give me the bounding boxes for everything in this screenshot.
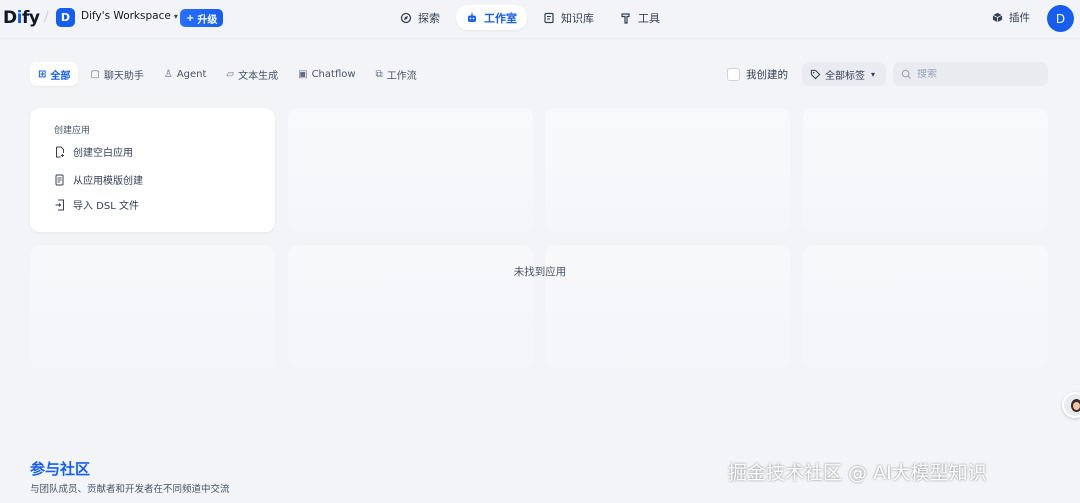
upgrade-button[interactable]: + 升级 <box>180 9 224 27</box>
tab-chatflow[interactable]: ▣ Chatflow <box>290 62 363 86</box>
explore-icon <box>400 12 412 23</box>
workspace-selector[interactable]: Dify's Workspace ▾ <box>81 10 178 22</box>
plus-icon: + <box>186 12 195 24</box>
tab-text-generation[interactable]: ▱ 文本生成 <box>218 62 286 86</box>
nav-knowledge[interactable]: 知识库 <box>533 5 604 30</box>
nav-knowledge-label: 知识库 <box>561 11 594 25</box>
logo-prefix: D <box>3 8 17 28</box>
search-box[interactable] <box>893 62 1048 86</box>
cube-icon <box>992 12 1003 23</box>
main-nav: 探索 工作室 知识库 工具 <box>390 5 670 30</box>
placeholder-card <box>545 108 790 232</box>
plugins-label: 插件 <box>1009 12 1030 24</box>
nav-tools-label: 工具 <box>638 11 660 25</box>
create-from-template-label: 从应用模版创建 <box>73 176 143 187</box>
create-from-template-button[interactable]: 从应用模版创建 <box>54 172 143 187</box>
header-divider <box>0 38 1080 39</box>
tab-all[interactable]: ⊞ 全部 <box>30 62 79 86</box>
search-icon <box>901 69 912 79</box>
tab-chat-assistant-label: 聊天助手 <box>103 70 144 82</box>
workspace-name: Dify's Workspace <box>81 10 171 22</box>
upgrade-label: 升级 <box>197 14 218 26</box>
community-title: 参与社区 <box>30 460 91 478</box>
created-by-me-checkbox[interactable] <box>727 68 740 81</box>
hammer-icon <box>621 12 630 24</box>
tab-all-label: 全部 <box>50 70 71 82</box>
placeholder-card <box>803 108 1048 232</box>
support-avatar-button[interactable] <box>1062 392 1080 418</box>
created-by-me-filter[interactable]: 我创建的 <box>727 67 788 82</box>
tag-filter-label: 全部标签 <box>825 70 865 82</box>
plugins-button[interactable]: 插件 <box>992 10 1030 25</box>
community-subtitle: 与团队成员、贡献者和开发者在不同频道中交流 <box>30 484 230 495</box>
nav-studio-label: 工作室 <box>484 11 517 25</box>
support-avatar-face <box>1073 402 1080 410</box>
document-icon: ▱ <box>226 68 235 80</box>
tab-workflow-label: 工作流 <box>386 70 417 82</box>
tab-agent[interactable]: ♙ Agent <box>156 62 215 86</box>
chat-icon: ▢ <box>90 68 100 80</box>
nav-explore-label: 探索 <box>418 11 440 25</box>
workspace-avatar[interactable]: D <box>56 8 75 27</box>
tag-icon <box>810 69 821 79</box>
nav-tools[interactable]: 工具 <box>610 5 670 30</box>
logo-suffix: fy <box>21 8 40 28</box>
chevron-down-icon: ▾ <box>173 11 178 21</box>
workflow-icon: ⧉ <box>375 68 383 80</box>
placeholder-card <box>288 108 533 232</box>
user-avatar[interactable]: D <box>1047 5 1074 32</box>
create-app-title: 创建应用 <box>54 126 91 136</box>
agent-icon: ♙ <box>163 68 173 80</box>
tab-chat-assistant[interactable]: ▢ 聊天助手 <box>82 62 151 86</box>
import-icon <box>55 199 64 210</box>
new-file-icon <box>56 146 64 157</box>
watermark: 掘金技术社区 @ AI大模型知识 <box>728 462 987 484</box>
tab-chatflow-label: Chatflow <box>311 68 356 80</box>
import-dsl-label: 导入 DSL 文件 <box>73 201 139 212</box>
search-input[interactable] <box>917 68 1037 80</box>
grid-icon: ⊞ <box>38 68 47 80</box>
app-type-tabs: ⊞ 全部 ▢ 聊天助手 ♙ Agent ▱ 文本生成 ▣ Chatflow ⧉ … <box>30 62 425 86</box>
breadcrumb-separator: / <box>44 9 49 25</box>
template-icon <box>55 174 64 185</box>
nav-explore[interactable]: 探索 <box>390 5 450 30</box>
tab-text-generation-label: 文本生成 <box>238 70 279 82</box>
empty-state-text: 未找到应用 <box>513 266 567 278</box>
import-dsl-button[interactable]: 导入 DSL 文件 <box>54 197 139 212</box>
book-icon <box>544 12 554 23</box>
create-blank-app-label: 创建空白应用 <box>73 148 133 159</box>
tab-workflow[interactable]: ⧉ 工作流 <box>368 62 425 86</box>
robot-icon <box>468 12 476 22</box>
tag-filter-dropdown[interactable]: 全部标签 ▾ <box>802 62 886 86</box>
created-by-me-label: 我创建的 <box>746 69 788 81</box>
tab-agent-label: Agent <box>176 68 207 80</box>
chatflow-icon: ▣ <box>298 68 308 80</box>
create-blank-app-button[interactable]: 创建空白应用 <box>54 144 133 159</box>
top-navigation-bar: Di fy / D Dify's Workspace ▾ + 升级 探索 工作室 … <box>0 0 1080 38</box>
chevron-down-icon: ▾ <box>871 69 876 79</box>
dify-logo[interactable]: Di fy <box>3 6 40 30</box>
create-app-card: 创建应用 创建空白应用 从应用模版创建 导入 DSL 文件 <box>30 108 275 232</box>
nav-studio[interactable]: 工作室 <box>456 5 527 30</box>
